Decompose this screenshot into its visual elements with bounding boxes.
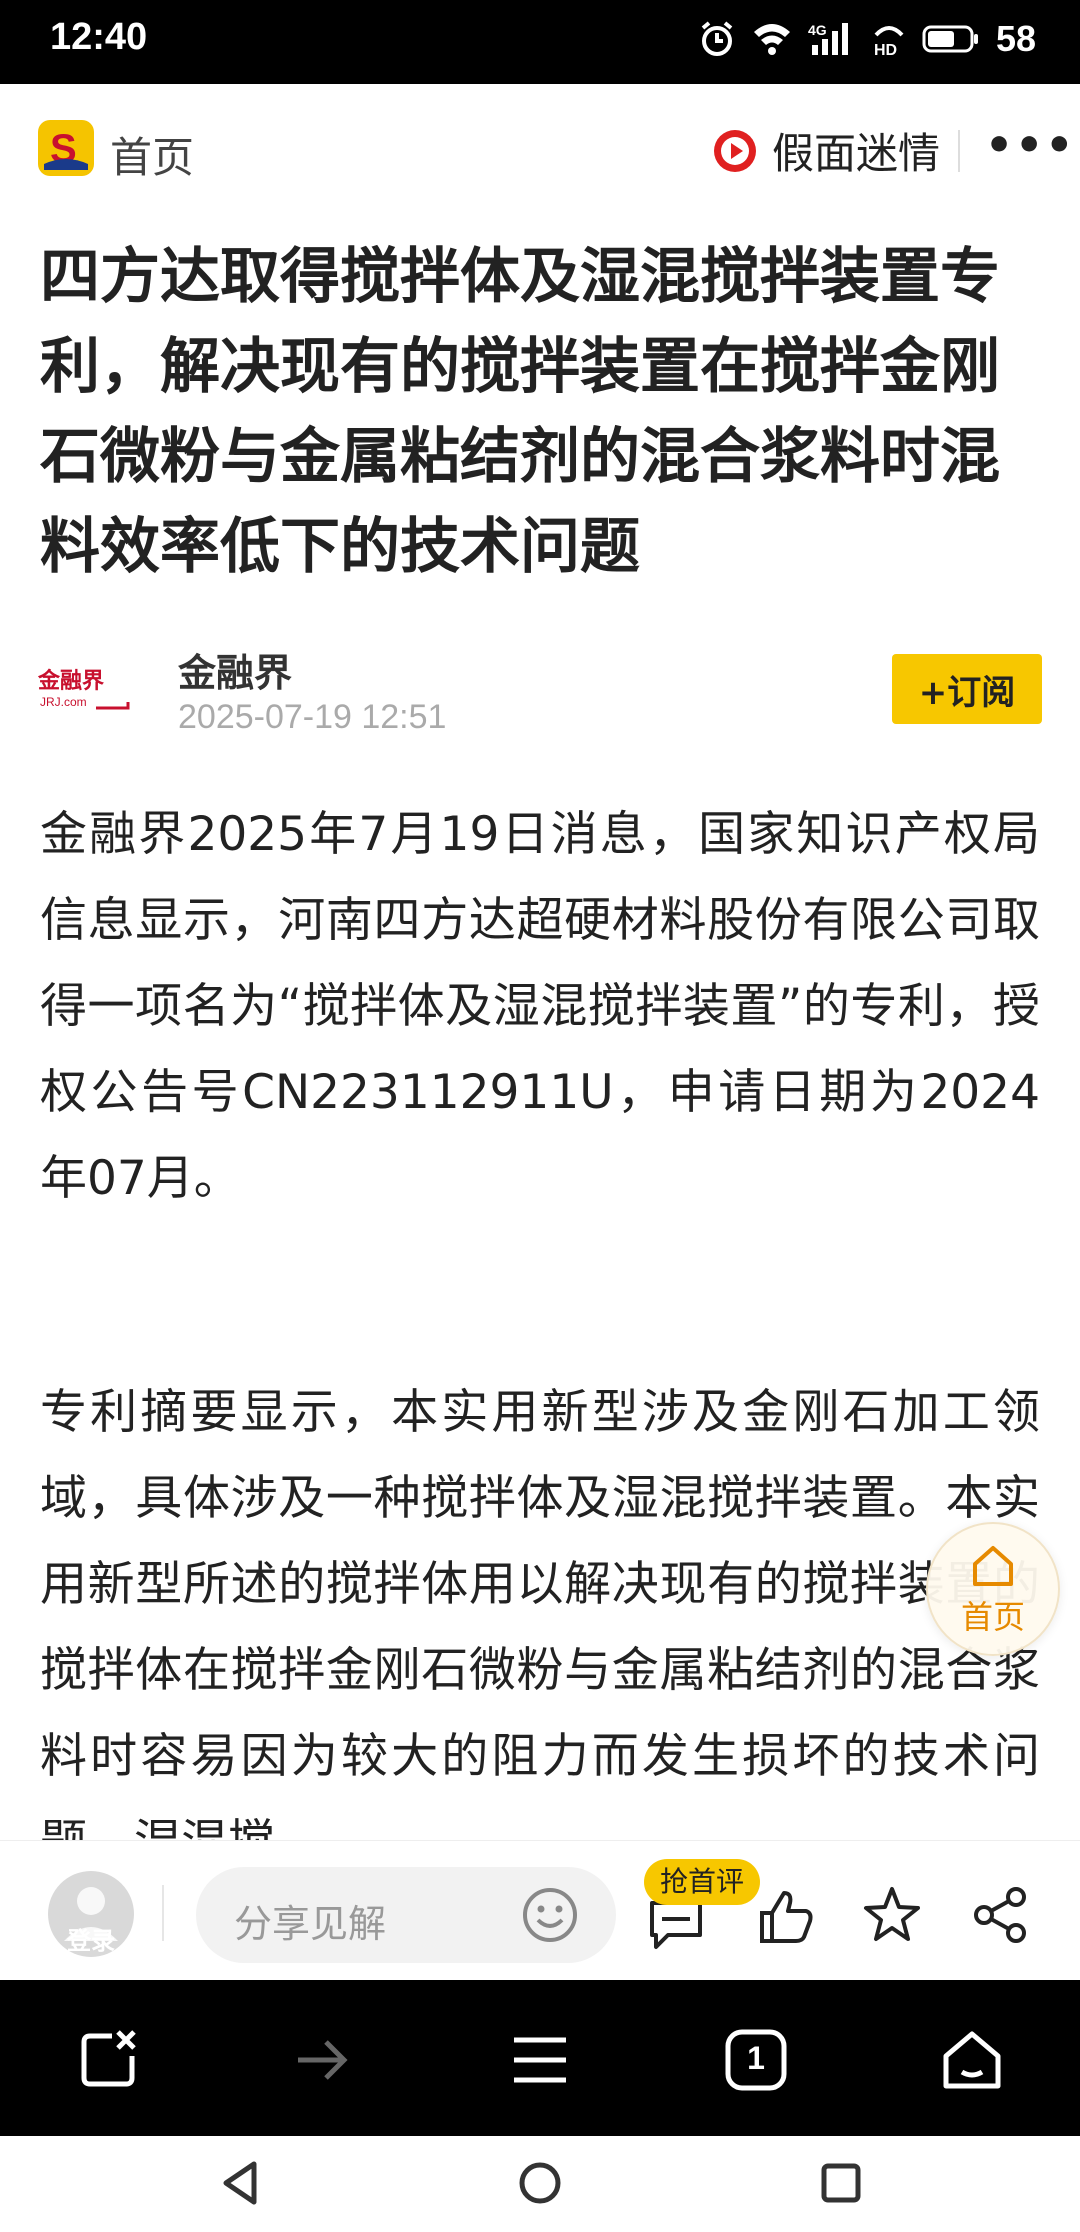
battery-icon	[922, 25, 978, 53]
status-icons: 4G HD 58	[698, 18, 1036, 60]
hd-icon: HD	[874, 26, 904, 57]
4g-signal-icon: 4G	[808, 22, 848, 55]
svg-text:HD: HD	[874, 42, 897, 57]
article-title: 四方达取得搅拌体及湿混搅拌装置专利，解决现有的搅拌装置在搅拌金刚石微粉与金属粘结…	[40, 242, 1000, 582]
svg-text:4G: 4G	[808, 22, 827, 38]
action-bar-divider	[162, 1885, 164, 1941]
article-action-bar: 登录 分享见解 抢首评	[0, 1840, 1080, 1981]
article-paragraph: 金融界2025年7月19日消息，国家知识产权局信息显示，河南四方达超硬材料股份有…	[40, 807, 1040, 1206]
back-icon[interactable]	[218, 2160, 264, 2206]
alarm-icon	[701, 21, 733, 56]
publish-time: 2025-07-19 12:51	[178, 698, 447, 736]
subscribe-button[interactable]: +订阅	[892, 654, 1042, 724]
house-icon	[973, 1546, 1013, 1586]
app-logo-icon: S	[44, 127, 88, 171]
menu-icon[interactable]	[508, 2028, 572, 2092]
first-comment-badge[interactable]: 抢首评	[644, 1859, 761, 1905]
article-paragraph: 专利摘要显示，本实用新型涉及金刚石加工领域，具体涉及一种搅拌体及湿混搅拌装置。本…	[40, 1385, 1040, 1870]
source-logo[interactable]: 金融界 JRJ.com	[37, 662, 132, 712]
browser-toolbar: 1	[0, 1980, 1080, 2136]
play-avatar-icon	[714, 129, 756, 172]
home-circle-icon[interactable]	[517, 2160, 563, 2206]
source-name[interactable]: 金融界	[178, 642, 292, 697]
app-header: S 首页 假面迷情 •••	[0, 84, 1080, 214]
source-logo-sub: JRJ.com	[40, 695, 87, 709]
app-logo[interactable]: S	[38, 120, 94, 176]
browser-home-icon[interactable]	[940, 2028, 1004, 2092]
emoji-icon[interactable]	[520, 1885, 580, 1945]
recents-icon[interactable]	[818, 2160, 864, 2206]
comment-placeholder: 分享见解	[234, 1902, 387, 1946]
star-icon[interactable]	[862, 1885, 922, 1945]
more-menu-icon[interactable]: •••	[985, 120, 1075, 171]
home-link[interactable]: 首页	[110, 124, 194, 185]
battery-level: 58	[995, 18, 1036, 59]
system-nav-bar	[0, 2136, 1080, 2232]
close-tab-icon[interactable]	[76, 2028, 140, 2092]
login-label: 登录	[67, 1927, 115, 1955]
floating-home-button[interactable]: 首页	[926, 1522, 1060, 1656]
share-icon[interactable]	[970, 1885, 1030, 1945]
author-name: 假面迷情	[772, 129, 941, 178]
like-icon[interactable]	[756, 1887, 816, 1947]
source-logo-text: 金融界	[38, 668, 104, 694]
floating-home-label: 首页	[960, 1598, 1025, 1636]
status-bar: 12:40 4G HD 58	[0, 0, 1080, 84]
tab-count: 1	[747, 2040, 765, 2076]
header-divider	[958, 130, 960, 172]
wifi-icon	[753, 24, 790, 55]
forward-arrow-icon[interactable]	[292, 2028, 352, 2092]
tabs-button[interactable]: 1	[724, 2028, 788, 2092]
author-chip[interactable]: 假面迷情	[712, 120, 940, 181]
status-time: 12:40	[50, 16, 148, 58]
login-avatar[interactable]: 登录	[48, 1871, 134, 1957]
